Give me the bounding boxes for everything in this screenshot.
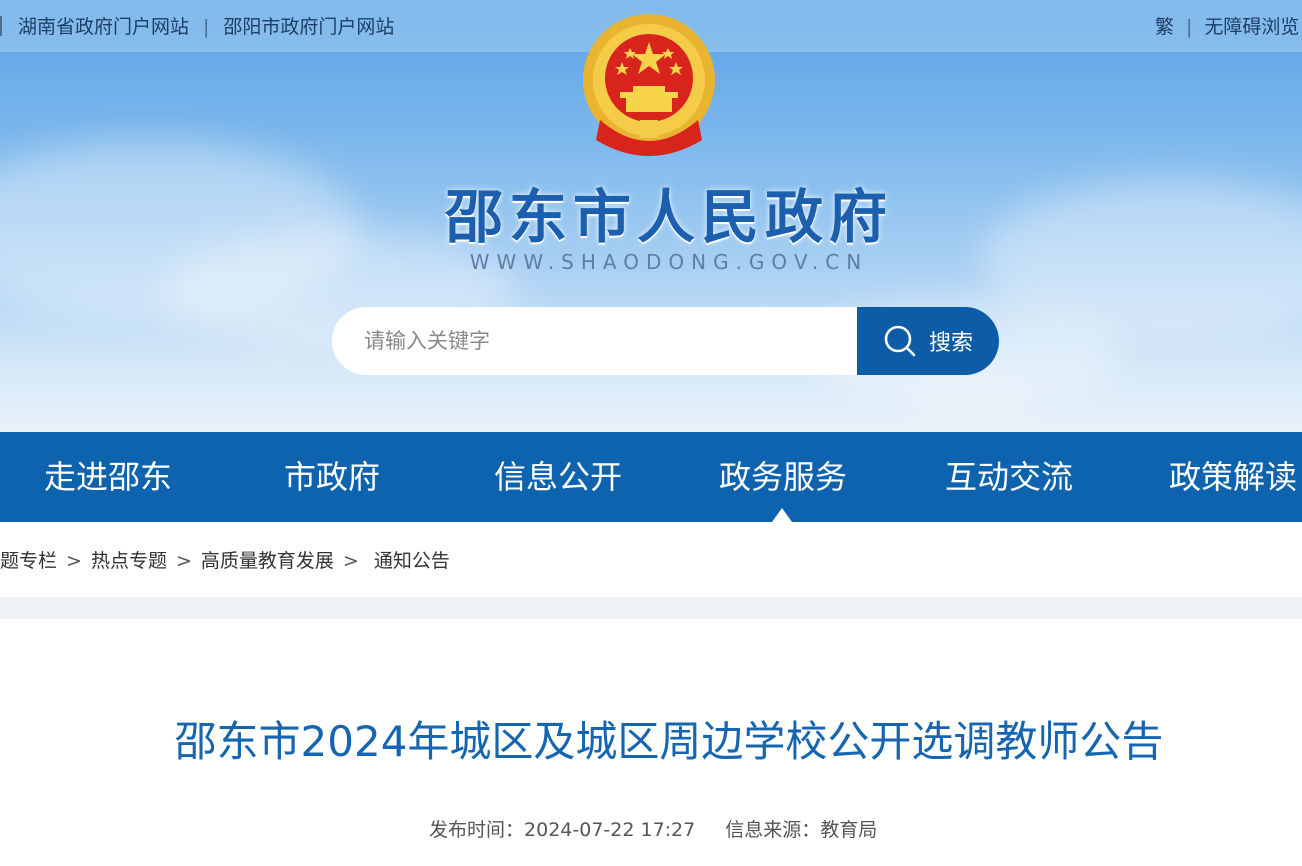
source-value: 教育局: [820, 819, 878, 841]
breadcrumb-item[interactable]: 高质量教育发展: [201, 550, 334, 572]
header-banner: 湖南省政府门户网站 | 邵阳市政府门户网站 繁 | 无障碍浏览 邵东市人民政府 WWW.…: [0, 0, 1302, 432]
top-links: 湖南省政府门户网站 | 邵阳市政府门户网站: [0, 12, 394, 39]
link-shaoyang-portal[interactable]: 邵阳市政府门户网站: [223, 16, 394, 38]
divider: |: [203, 16, 210, 38]
divider: [0, 16, 2, 36]
published-date: 2024-07-22 17:27: [524, 819, 696, 841]
nav-item-information-disclosure[interactable]: 信息公开: [494, 432, 622, 522]
nav-item-policy-interpretation[interactable]: 政策解读: [1169, 432, 1297, 522]
link-hunan-portal[interactable]: 湖南省政府门户网站: [18, 16, 189, 38]
source-label: 信息来源：: [725, 819, 821, 841]
national-emblem-icon: [583, 14, 715, 156]
traditional-chinese-toggle[interactable]: 繁: [1155, 16, 1174, 38]
breadcrumb-item[interactable]: 题专栏: [0, 550, 57, 572]
top-tools: 繁 | 无障碍浏览: [1155, 12, 1299, 39]
site-url: WWW.SHAODONG.GOV.CN: [469, 250, 869, 274]
main-nav: 走进邵东 市政府 信息公开 政务服务 互动交流 政策解读: [0, 432, 1302, 522]
search-button-label: 搜索: [928, 331, 973, 356]
search-button[interactable]: 搜索: [857, 307, 999, 375]
nav-item-city-government[interactable]: 市政府: [284, 432, 380, 522]
breadcrumb-separator: >: [342, 550, 359, 572]
search-bar: 搜索: [332, 307, 999, 375]
active-nav-indicator: [772, 508, 792, 522]
article-title: 邵东市2024年城区及城区周边学校公开选调教师公告: [174, 717, 1164, 766]
nav-item-about-shaodong[interactable]: 走进邵东: [44, 432, 172, 522]
search-icon: [884, 325, 916, 357]
search-input[interactable]: [332, 307, 857, 375]
article-meta: 发布时间：2024-07-22 17:27 信息来源：教育局: [429, 815, 877, 842]
section-divider: [0, 597, 1302, 619]
accessibility-link[interactable]: 无障碍浏览: [1204, 16, 1299, 38]
breadcrumb: 题专栏 > 热点专题 > 高质量教育发展 > 通知公告: [0, 546, 450, 573]
breadcrumb-item[interactable]: 热点专题: [91, 550, 167, 572]
breadcrumb-separator: >: [175, 550, 192, 572]
breadcrumb-item-current[interactable]: 通知公告: [374, 550, 450, 572]
breadcrumb-separator: >: [66, 550, 82, 572]
nav-item-interaction[interactable]: 互动交流: [945, 432, 1073, 522]
site-title: 邵东市人民政府: [444, 183, 893, 251]
published-label: 发布时间：: [429, 819, 525, 841]
divider: |: [1186, 16, 1193, 38]
